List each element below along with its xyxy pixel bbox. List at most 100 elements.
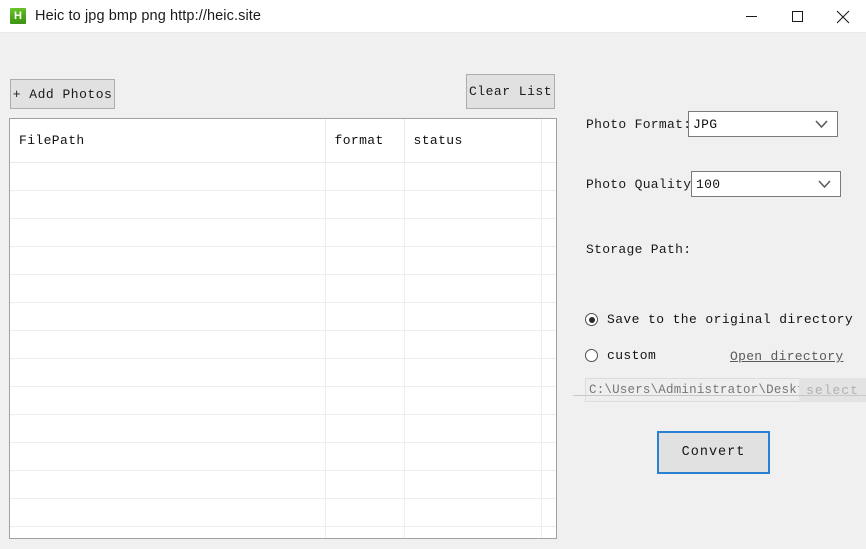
radio-indicator-original[interactable] [585, 313, 598, 326]
table-cell [325, 470, 405, 499]
radio-save-original-directory[interactable]: Save to the original directory [585, 312, 853, 327]
photo-format-select[interactable]: JPG [688, 111, 838, 137]
table-cell [10, 414, 326, 443]
table-row[interactable] [10, 330, 556, 359]
table-row[interactable] [10, 190, 556, 219]
table-cell [10, 330, 326, 359]
table-cell [404, 498, 542, 527]
table-cell [10, 274, 326, 303]
table-cell [325, 162, 405, 191]
table-cell [541, 274, 556, 303]
table-cell [325, 358, 405, 387]
table-cell [541, 498, 556, 527]
file-table-body [10, 162, 556, 538]
table-cell [404, 330, 542, 359]
minimize-icon [745, 16, 757, 17]
table-row[interactable] [10, 414, 556, 443]
maximize-icon [791, 11, 803, 22]
table-cell [404, 358, 542, 387]
table-cell [325, 190, 405, 219]
close-icon [836, 10, 850, 23]
radio-indicator-custom[interactable] [585, 349, 598, 362]
file-list-table[interactable]: FilePath format status [9, 118, 557, 539]
table-cell [10, 358, 326, 387]
table-cell [10, 246, 326, 275]
storage-path-input[interactable]: C:\Users\Administrator\Deskt [585, 378, 802, 402]
photo-format-label: Photo Format: [586, 117, 692, 132]
table-cell [325, 302, 405, 331]
radio-custom-directory[interactable]: custom [585, 348, 656, 363]
table-row[interactable] [10, 246, 556, 275]
table-cell [10, 498, 326, 527]
column-header-status[interactable]: status [404, 119, 542, 163]
table-cell [10, 218, 326, 247]
table-cell [541, 414, 556, 443]
table-row[interactable] [10, 162, 556, 191]
photo-quality-value: 100 [696, 176, 721, 192]
table-cell [10, 190, 326, 219]
column-header-format[interactable]: format [325, 119, 405, 163]
radio-label-original: Save to the original directory [607, 312, 854, 327]
table-row[interactable] [10, 358, 556, 387]
table-cell [325, 386, 405, 415]
table-cell [404, 386, 542, 415]
photo-quality-label: Photo Quality: [586, 177, 700, 192]
table-cell [325, 274, 405, 303]
table-cell [404, 162, 542, 191]
table-cell [10, 526, 326, 538]
table-cell [325, 330, 405, 359]
close-button[interactable] [820, 0, 866, 33]
table-cell [10, 386, 326, 415]
table-cell [325, 498, 405, 527]
table-cell [541, 358, 556, 387]
app-icon-heic: H [10, 8, 26, 24]
photo-format-value: JPG [693, 116, 718, 132]
table-cell [404, 302, 542, 331]
table-cell [541, 330, 556, 359]
select-directory-button: select [799, 378, 866, 402]
title-bar: H Heic to jpg bmp png http://heic.site [0, 0, 866, 33]
table-cell [541, 302, 556, 331]
table-cell [541, 246, 556, 275]
table-cell [404, 442, 542, 471]
table-cell [541, 470, 556, 499]
client-area: + Add Photos Clear List FilePath format … [0, 33, 866, 549]
table-cell [541, 526, 556, 538]
table-row[interactable] [10, 274, 556, 303]
table-cell [325, 218, 405, 247]
window-controls [728, 0, 866, 33]
clear-list-button[interactable]: Clear List [466, 74, 555, 109]
table-cell [404, 218, 542, 247]
minimize-button[interactable] [728, 0, 774, 33]
table-cell [10, 162, 326, 191]
storage-path-label: Storage Path: [586, 242, 692, 257]
table-row[interactable] [10, 526, 556, 538]
table-cell [10, 302, 326, 331]
photo-quality-select[interactable]: 100 [691, 171, 841, 197]
window-title: Heic to jpg bmp png http://heic.site [35, 8, 262, 24]
table-header-row: FilePath format status [10, 119, 556, 163]
file-table-header: FilePath format status [10, 119, 556, 163]
table-row[interactable] [10, 302, 556, 331]
table-cell [325, 442, 405, 471]
table-cell [404, 274, 542, 303]
table-cell [404, 470, 542, 499]
table-cell [404, 246, 542, 275]
radio-label-custom: custom [607, 348, 657, 363]
open-directory-link[interactable]: Open directory [730, 349, 843, 364]
table-row[interactable] [10, 470, 556, 499]
table-row[interactable] [10, 498, 556, 527]
table-cell [404, 414, 542, 443]
table-cell [404, 190, 542, 219]
chevron-down-icon [815, 120, 828, 129]
table-row[interactable] [10, 442, 556, 471]
convert-button[interactable]: Convert [657, 431, 770, 474]
column-header-filepath[interactable]: FilePath [10, 119, 326, 163]
panel-divider [573, 395, 866, 396]
add-photos-button[interactable]: + Add Photos [10, 79, 115, 109]
maximize-button[interactable] [774, 0, 820, 33]
table-row[interactable] [10, 218, 556, 247]
table-cell [541, 386, 556, 415]
table-row[interactable] [10, 386, 556, 415]
table-cell [541, 162, 556, 191]
